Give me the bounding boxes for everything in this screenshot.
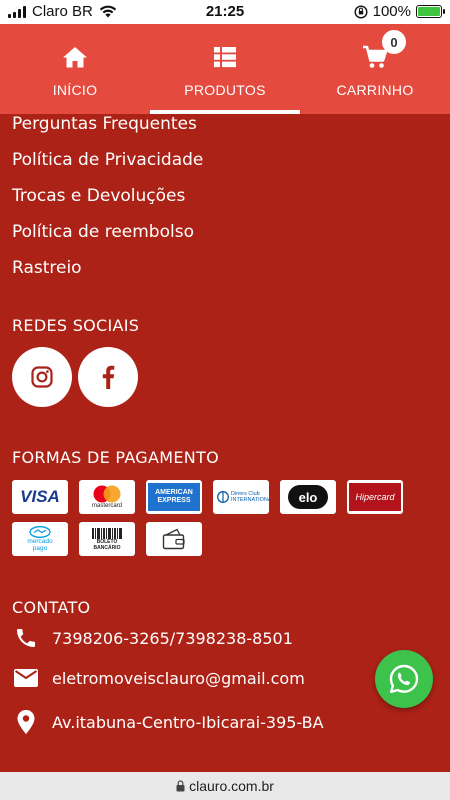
- barcode-icon: [92, 527, 122, 539]
- visa-icon: VISA: [20, 487, 60, 506]
- payment-wallet: [146, 522, 202, 556]
- status-right: 100%: [354, 3, 445, 20]
- whatsapp-button[interactable]: [375, 650, 433, 708]
- payment-hipercard: Hipercard: [347, 480, 403, 514]
- orientation-lock-icon: [354, 4, 368, 19]
- home-icon: [63, 47, 87, 68]
- amex-icon: AMERICAN EXPRESS: [148, 483, 200, 511]
- link-perguntas-frequentes[interactable]: Perguntas Frequentes: [12, 114, 197, 134]
- top-nav: INÍCIO PRODUTOS 0 CARRINHO: [0, 24, 450, 114]
- payment-mastercard: mastercard: [79, 480, 135, 514]
- handshake-icon: [29, 526, 51, 538]
- browser-url-bar[interactable]: clauro.com.br: [0, 772, 450, 800]
- tab-inicio[interactable]: INÍCIO: [0, 24, 150, 114]
- contact-email[interactable]: eletromoveisclauro@gmail.com: [12, 668, 305, 688]
- boleto-icon: BOLETO BANCÁRIO: [81, 525, 133, 553]
- link-trocas-devolucoes[interactable]: Trocas e Devoluções: [12, 186, 185, 206]
- facebook-button[interactable]: [78, 347, 138, 407]
- tab-label: INÍCIO: [52, 82, 98, 98]
- battery-level: [418, 7, 440, 16]
- instagram-icon: [31, 366, 53, 388]
- wallet-icon: [148, 525, 200, 553]
- mercadopago-icon: mercado pago: [14, 525, 66, 553]
- cart-count-badge: 0: [382, 30, 406, 54]
- battery-percent: 100%: [372, 3, 411, 20]
- payment-visa: VISA: [12, 480, 68, 514]
- link-politica-reembolso[interactable]: Política de reembolso: [12, 222, 194, 242]
- list-icon: [214, 47, 236, 68]
- diners-icon: Diners Club INTERNATIONAL: [215, 483, 269, 511]
- facebook-icon: [102, 365, 115, 389]
- diners-circle-icon: [217, 491, 229, 503]
- lock-icon: [176, 780, 185, 792]
- location-pin-icon: [17, 710, 35, 734]
- url-text: clauro.com.br: [189, 778, 274, 794]
- mastercard-circles-icon: [93, 485, 121, 502]
- elo-icon: elo: [282, 483, 334, 511]
- contact-phone[interactable]: 7398206-3265/7398238-8501: [12, 626, 293, 650]
- wallet-glyph: [162, 528, 185, 550]
- whatsapp-icon: [389, 664, 419, 693]
- email-icon: [14, 669, 38, 687]
- email-text: eletromoveisclauro@gmail.com: [52, 668, 305, 688]
- tab-carrinho[interactable]: 0 CARRINHO: [300, 24, 450, 114]
- link-politica-privacidade[interactable]: Política de Privacidade: [12, 150, 203, 170]
- payment-amex: AMERICAN EXPRESS: [146, 480, 202, 514]
- payment-boleto: BOLETO BANCÁRIO: [79, 522, 135, 556]
- address-text: Av.itabuna-Centro-Ibicarai-395-BA: [52, 712, 324, 732]
- instagram-button[interactable]: [12, 347, 72, 407]
- status-bar: Claro BR 21:25 100%: [0, 0, 450, 24]
- tab-produtos[interactable]: PRODUTOS: [150, 24, 300, 114]
- payment-elo: elo: [280, 480, 336, 514]
- battery-icon: [416, 5, 445, 18]
- payments-title: FORMAS DE PAGAMENTO: [12, 448, 220, 467]
- mastercard-icon: mastercard: [81, 483, 133, 511]
- payment-diners: Diners Club INTERNATIONAL: [213, 480, 269, 514]
- payment-mercadopago: mercado pago: [12, 522, 68, 556]
- link-rastreio[interactable]: Rastreio: [12, 258, 82, 278]
- social-title: REDES SOCIAIS: [12, 316, 140, 335]
- contact-title: CONTATO: [12, 598, 91, 617]
- contact-address[interactable]: Av.itabuna-Centro-Ibicarai-395-BA: [12, 709, 324, 735]
- tab-label: CARRINHO: [336, 82, 414, 98]
- hipercard-icon: Hipercard: [349, 483, 401, 511]
- phone-icon: [17, 629, 35, 647]
- tab-label: PRODUTOS: [184, 82, 266, 98]
- phone-text: 7398206-3265/7398238-8501: [52, 628, 293, 648]
